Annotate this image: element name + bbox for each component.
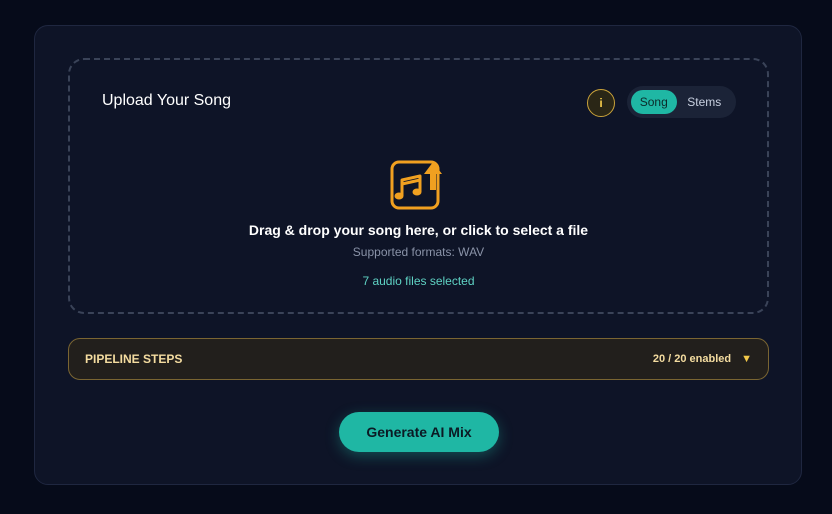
main-card: Upload Your Song i Song Stems Drag & dro…	[34, 25, 802, 485]
pipeline-count: 20 / 20 enabled	[652, 353, 732, 365]
pipeline-steps-toggle[interactable]: PIPELINE STEPS 20 / 20 enabled ▼	[68, 338, 769, 380]
selection-status: 7 audio files selected	[362, 274, 475, 288]
pipeline-status: 20 / 20 enabled ▼	[653, 353, 752, 365]
pipeline-label: PIPELINE STEPS	[85, 352, 183, 366]
upload-instruction: Drag & drop your song here, or click to …	[248, 222, 589, 238]
toggle-stems[interactable]: Stems	[677, 90, 732, 114]
generate-mix-button[interactable]: Generate AI Mix	[339, 412, 499, 452]
toggle-song[interactable]: Song	[631, 90, 677, 114]
music-upload-icon	[390, 160, 442, 210]
info-button[interactable]: i	[587, 89, 615, 117]
supported-formats: Supported formats: WAV	[352, 245, 485, 259]
mode-toggle: Song Stems	[627, 86, 736, 118]
upload-title: Upload Your Song	[102, 92, 231, 109]
upload-dropzone[interactable]: Upload Your Song i Song Stems Drag & dro…	[68, 58, 769, 314]
chevron-down-icon: ▼	[741, 353, 752, 365]
